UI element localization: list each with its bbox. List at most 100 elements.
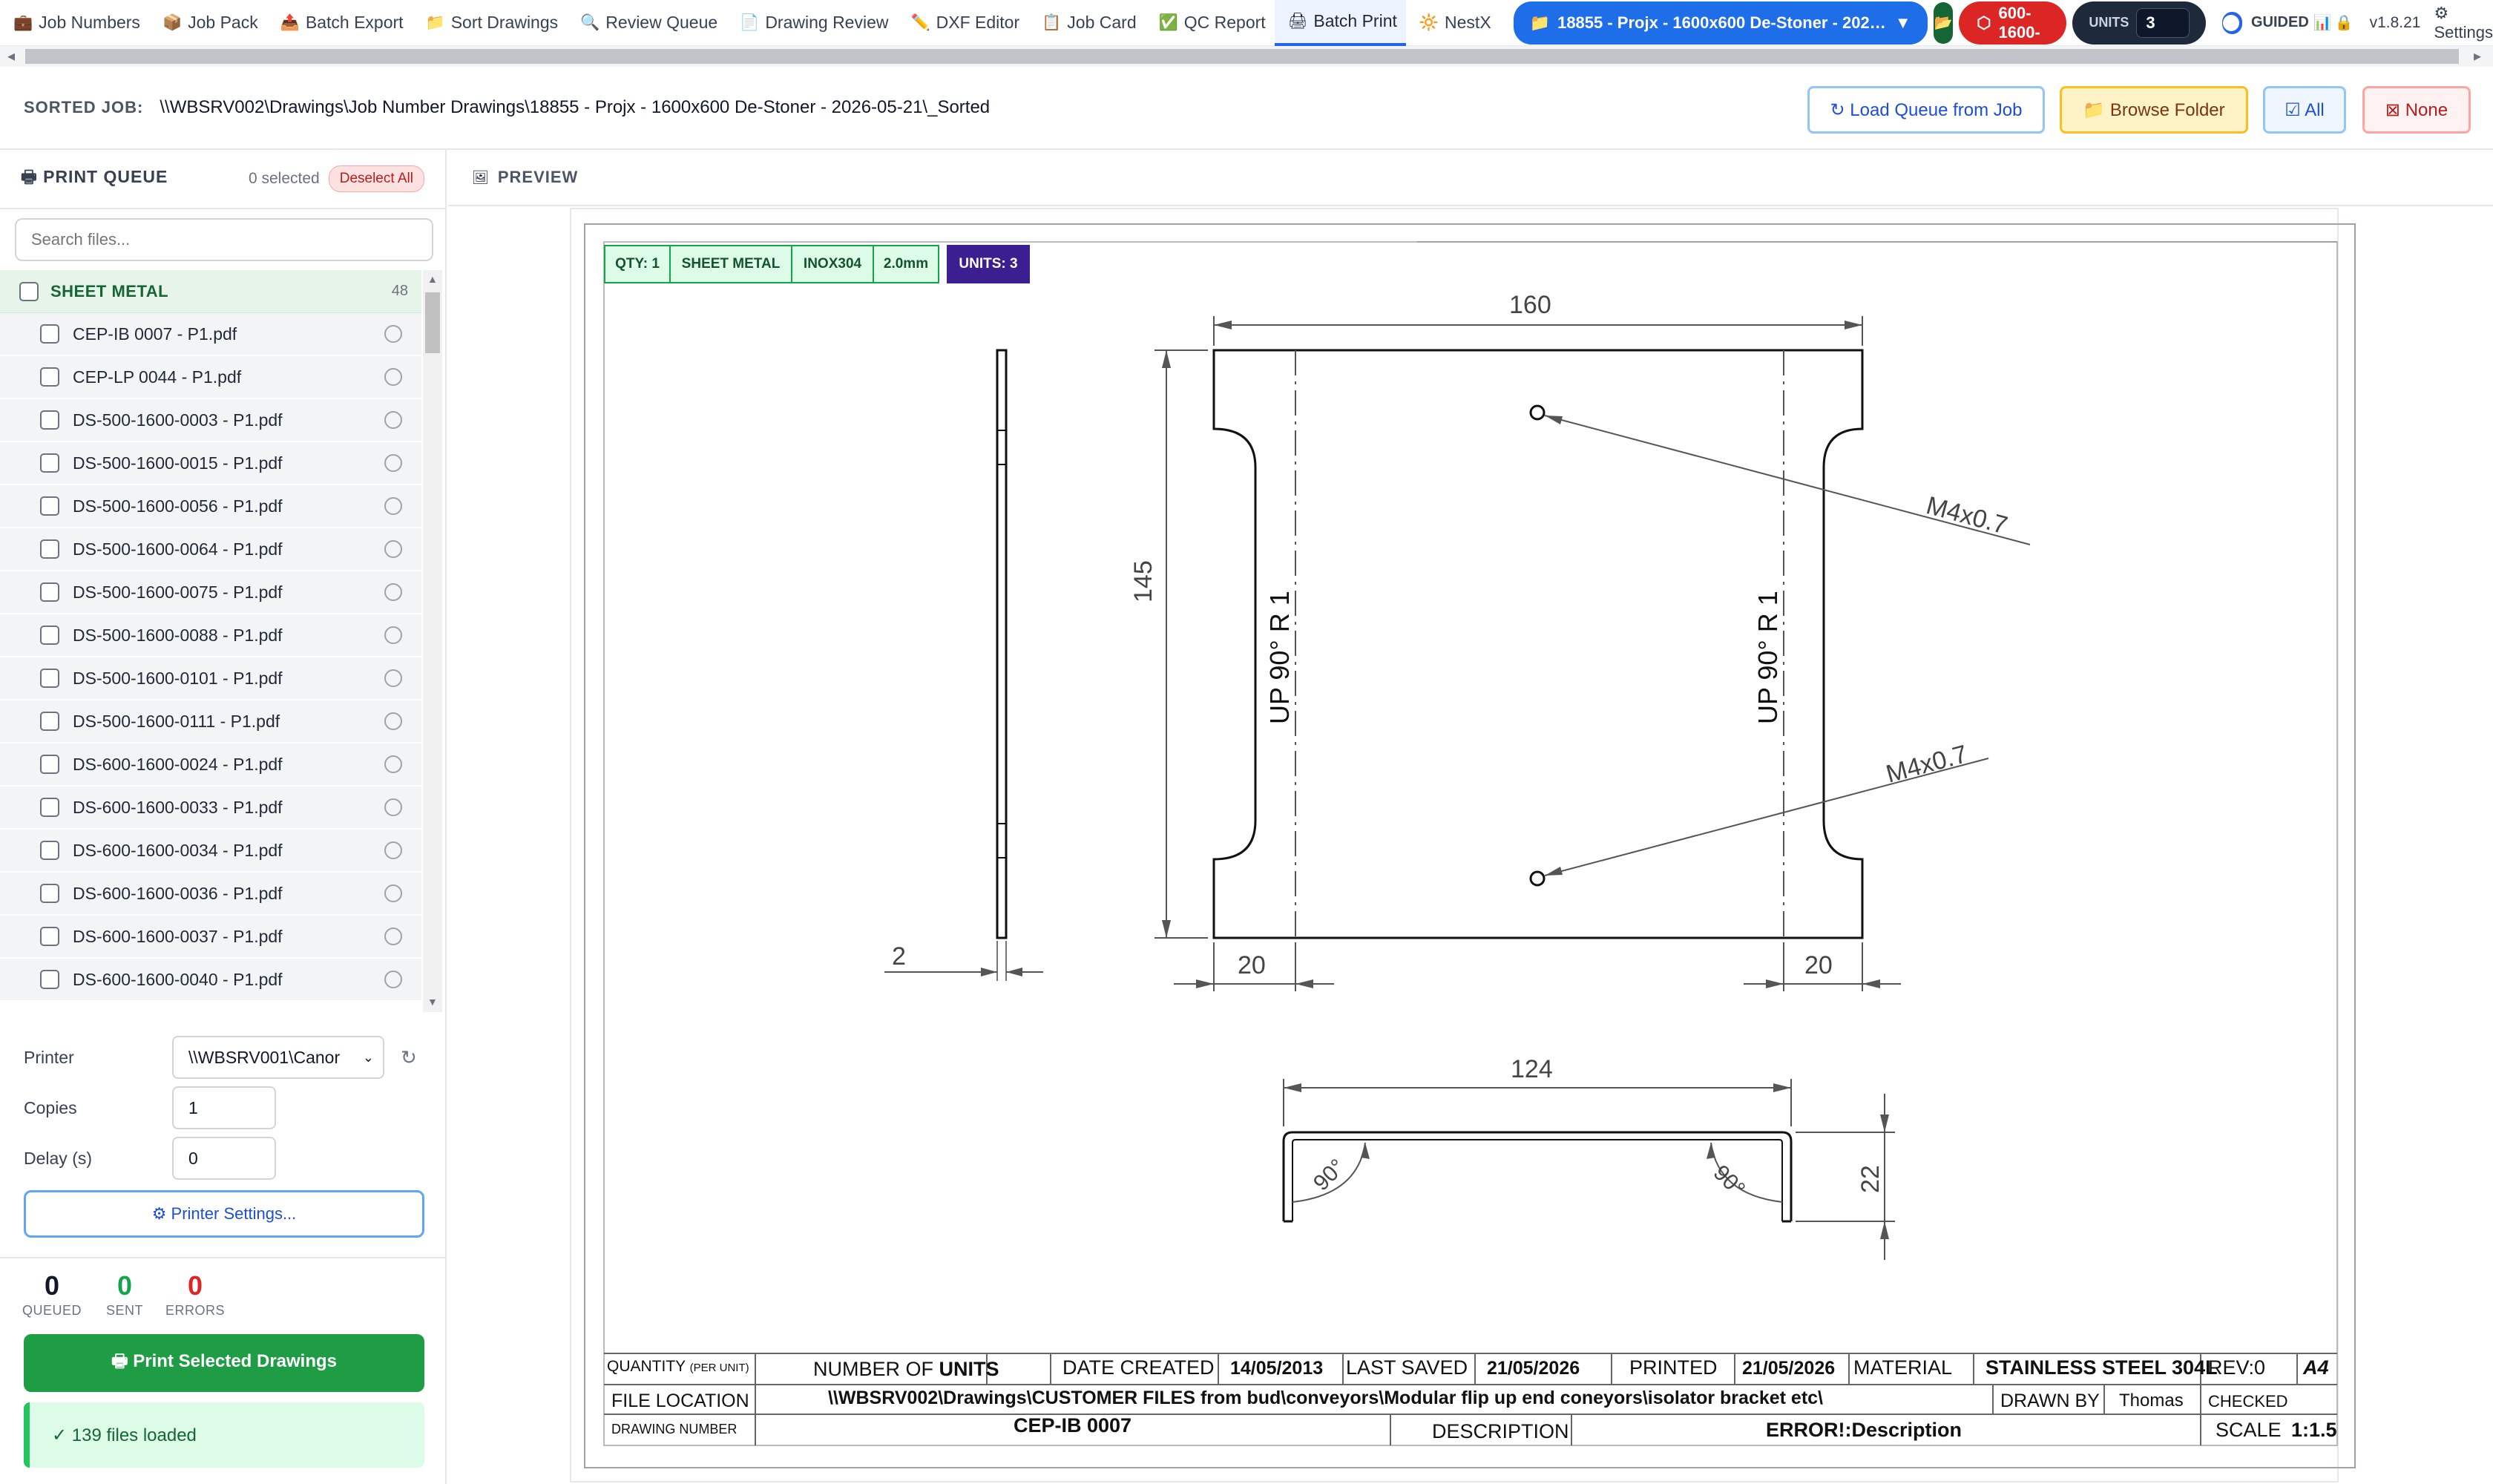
file-row[interactable]: DS-600-1600-0037 - P1.pdf — [0, 916, 421, 959]
scrollbar-thumb[interactable] — [425, 292, 440, 353]
status-circle-icon — [384, 583, 402, 601]
file-name: CEP-IB 0007 - P1.pdf — [73, 324, 237, 344]
tab-label: Batch Print — [1313, 11, 1397, 30]
file-row[interactable]: DS-600-1600-0040 - P1.pdf — [0, 959, 421, 1002]
file-row[interactable]: DS-500-1600-0101 - P1.pdf — [0, 657, 421, 700]
units-input[interactable]: 3 — [2136, 7, 2190, 38]
tab-qc-report[interactable]: ✅ QC Report — [1146, 0, 1275, 46]
file-checkbox[interactable] — [40, 798, 59, 817]
tab-review-queue[interactable]: 🔍 Review Queue — [567, 0, 726, 46]
file-checkbox[interactable] — [40, 582, 59, 602]
scroll-up-arrow-icon[interactable]: ▲ — [427, 273, 438, 285]
tab-sort-drawings[interactable]: 📁 Sort Drawings — [413, 0, 568, 46]
tab-label: Review Queue — [605, 13, 718, 32]
refresh-icon[interactable]: ↻ — [401, 1046, 417, 1069]
copies-input[interactable]: 1 — [172, 1086, 276, 1129]
file-row[interactable]: CEP-IB 0007 - P1.pdf — [0, 313, 421, 356]
horizontal-scrollbar[interactable]: ◂ ▸ — [0, 46, 2493, 67]
scroll-down-arrow-icon[interactable]: ▼ — [427, 996, 438, 1008]
file-checkbox[interactable] — [40, 539, 59, 559]
file-checkbox[interactable] — [40, 324, 59, 344]
select-none-button[interactable]: ⊠ None — [2362, 86, 2471, 134]
file-row[interactable]: CEP-LP 0044 - P1.pdf — [0, 356, 421, 399]
search-input[interactable] — [15, 218, 433, 261]
clipboard-icon: 📋 — [1042, 13, 1062, 31]
file-checkbox[interactable] — [40, 755, 59, 774]
file-checkbox[interactable] — [40, 669, 59, 688]
print-queue-header: 🖶 PRINT QUEUE 0 selected Deselect All — [0, 150, 445, 209]
file-row[interactable]: DS-600-1600-0033 - P1.pdf — [0, 787, 421, 830]
printer-settings-button[interactable]: ⚙ Printer Settings... — [24, 1190, 424, 1238]
file-row[interactable]: DS-600-1600-0024 - P1.pdf — [0, 743, 421, 787]
file-row[interactable]: DS-600-1600-0034 - P1.pdf — [0, 830, 421, 873]
tab-job-pack[interactable]: 📦 Job Pack — [149, 0, 267, 46]
tab-drawing-review[interactable]: 📄 Drawing Review — [726, 0, 897, 46]
dim-width-top: 160 — [1509, 291, 1551, 319]
cube-icon: ⬡ — [1977, 13, 1991, 32]
file-row[interactable]: DS-500-1600-0088 - P1.pdf — [0, 614, 421, 657]
tab-job-card[interactable]: 📋 Job Card — [1028, 0, 1145, 46]
load-queue-button[interactable]: ↻ Load Queue from Job — [1807, 86, 2045, 134]
tab-job-numbers[interactable]: 💼 Job Numbers — [0, 0, 149, 46]
file-row[interactable]: DS-500-1600-0064 - P1.pdf — [0, 528, 421, 571]
stat-errors: 0 ERRORS — [162, 1270, 229, 1319]
tab-label: DXF Editor — [936, 13, 1020, 32]
printer-row: Printer \\WBSRV001\Canor ⌄ ↻ — [24, 1036, 417, 1079]
scrollbar-thumb[interactable] — [25, 49, 2459, 64]
file-checkbox[interactable] — [40, 453, 59, 473]
sun-icon: 🔆 — [1419, 13, 1439, 31]
browse-folder-button[interactable]: 📁 Browse Folder — [2060, 86, 2248, 134]
folder-icon: 📁 — [425, 13, 445, 31]
part-badge[interactable]: ⬡ DS-600-1600-038 — [1959, 0, 2067, 61]
printer-label: Printer — [24, 1047, 74, 1067]
tb-drawing-number: CEP-IB 0007 — [1014, 1414, 1132, 1437]
scroll-right-arrow-icon[interactable]: ▸ — [2474, 46, 2481, 67]
file-name: DS-600-1600-0036 - P1.pdf — [73, 883, 283, 903]
file-checkbox[interactable] — [40, 626, 59, 645]
file-checkbox[interactable] — [40, 927, 59, 946]
errors-label: ERRORS — [165, 1303, 225, 1318]
printer-select[interactable]: \\WBSRV001\Canor ⌄ — [172, 1036, 384, 1079]
folder-icon: 📂 — [1934, 15, 1953, 31]
tb-scale-label: SCALE — [2216, 1419, 2282, 1441]
tab-batch-export[interactable]: 📤 Batch Export — [267, 0, 413, 46]
file-row[interactable]: DS-600-1600-0036 - P1.pdf — [0, 873, 421, 916]
settings-button[interactable]: ⚙ Settings — [2434, 4, 2493, 42]
file-row[interactable]: DS-500-1600-0111 - P1.pdf — [0, 700, 421, 743]
tab-nestx[interactable]: 🔆 NestX — [1406, 0, 1500, 46]
file-row[interactable]: DS-500-1600-0056 - P1.pdf — [0, 485, 421, 528]
open-folder-button[interactable]: 📂 — [1933, 1, 1954, 44]
status-circle-icon — [384, 971, 402, 988]
tab-dxf-editor[interactable]: ✏️ DXF Editor — [897, 0, 1028, 46]
tb-drawing-number-label: DRAWING NUMBER — [611, 1422, 738, 1437]
file-checkbox[interactable] — [40, 841, 59, 860]
file-checkbox[interactable] — [40, 884, 59, 903]
group-checkbox[interactable] — [19, 281, 39, 301]
lock-icon[interactable]: 🔒 — [2335, 13, 2354, 32]
file-checkbox[interactable] — [40, 367, 59, 387]
file-row[interactable]: DS-500-1600-0015 - P1.pdf — [0, 442, 421, 485]
scroll-left-arrow-icon[interactable]: ◂ — [7, 46, 15, 67]
tb-description-label: DESCRIPTION — [1432, 1420, 1569, 1442]
file-row[interactable]: DS-500-1600-0075 - P1.pdf — [0, 571, 421, 614]
file-name: DS-500-1600-0056 - P1.pdf — [73, 496, 283, 516]
guided-toggle[interactable] — [2222, 11, 2242, 34]
file-checkbox[interactable] — [40, 712, 59, 731]
select-all-button[interactable]: ☑ All — [2263, 86, 2346, 134]
deselect-all-button[interactable]: Deselect All — [328, 165, 424, 192]
tab-batch-print[interactable]: 🖨 Batch Print — [1274, 0, 1406, 46]
print-selected-button[interactable]: 🖶 Print Selected Drawings — [24, 1334, 424, 1392]
file-row[interactable]: DS-500-1600-0003 - P1.pdf — [0, 399, 421, 442]
delay-input[interactable]: 0 — [172, 1137, 276, 1180]
job-selector[interactable]: 📁 18855 - Projx - 1600x600 De-Stoner - 2… — [1513, 1, 1928, 45]
chart-icon[interactable]: 📊 — [2313, 13, 2332, 32]
file-checkbox[interactable] — [40, 410, 59, 430]
group-header-sheet-metal[interactable]: SHEET METAL 48 — [0, 270, 421, 313]
tb-quantity: QUANTITY (PER UNIT) — [607, 1358, 749, 1376]
tb-units-word: UNITS — [939, 1358, 999, 1380]
file-checkbox[interactable] — [40, 970, 59, 989]
file-checkbox[interactable] — [40, 496, 59, 516]
tb-last-saved: 21/05/2026 — [1487, 1358, 1580, 1379]
status-circle-icon — [384, 755, 402, 773]
file-list-scrollbar[interactable]: ▲ ▼ — [423, 270, 442, 1012]
